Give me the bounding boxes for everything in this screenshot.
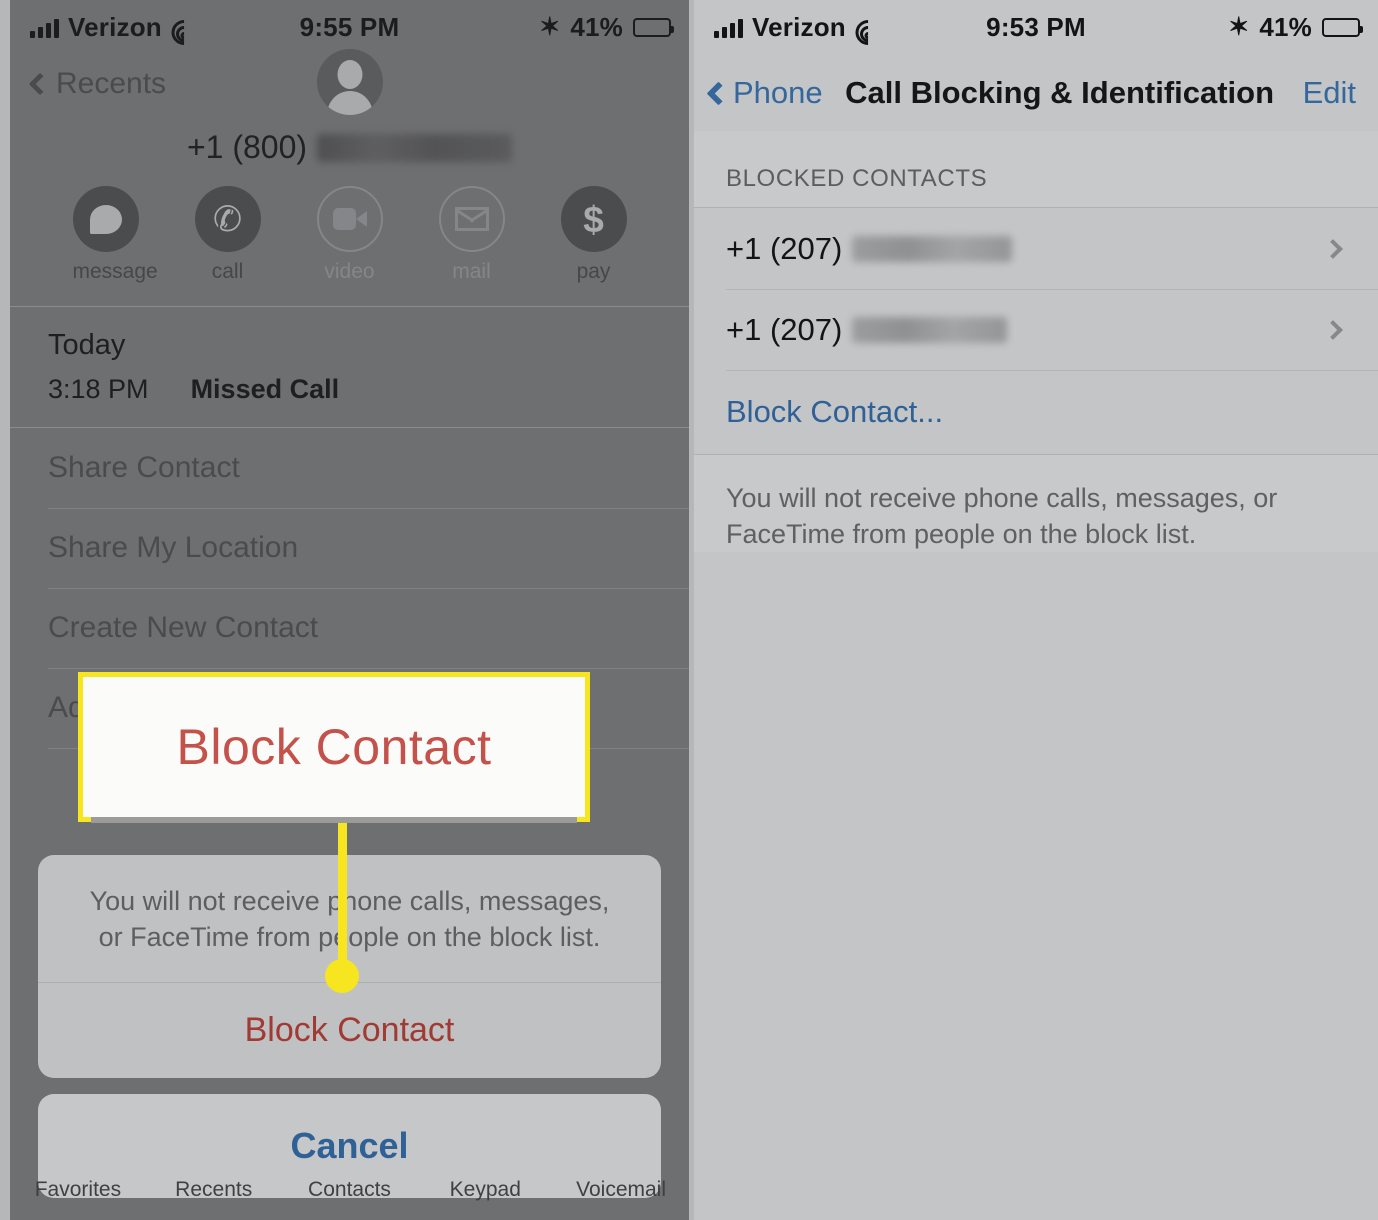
dollar-sign-icon: $ <box>560 186 627 252</box>
phone-handset-icon: ✆ <box>194 186 261 252</box>
action-label: call <box>211 260 244 283</box>
section-header-blocked-contacts: BLOCKED CONTACTS <box>694 131 1378 207</box>
blocked-number-prefix: +1 (207) <box>726 230 843 266</box>
battery-icon <box>1322 18 1363 37</box>
callout-shadow <box>91 817 577 823</box>
redacted-number <box>852 235 1013 262</box>
menu-item-share-contact[interactable]: Share Contact <box>10 428 689 508</box>
contact-action-row: message ✆ call video mail $ pay <box>10 186 689 284</box>
action-pay-button[interactable]: $ pay <box>560 186 627 284</box>
tab-voicemail[interactable]: Voicemail <box>553 1178 689 1202</box>
battery-icon <box>633 18 674 37</box>
status-right-group: ✶ 41% <box>1228 12 1363 43</box>
left-nav-bar: Recents <box>10 49 689 127</box>
action-video-button: video <box>316 186 383 284</box>
call-history-row: 3:18 PM Missed Call <box>10 362 689 427</box>
history-day-label: Today <box>48 329 126 361</box>
right-phone-screen: Verizon 9:53 PM ✶ 41% Phone Call Blockin… <box>694 0 1378 1220</box>
right-status-bar: Verizon 9:53 PM ✶ 41% <box>694 0 1378 55</box>
back-to-recents-button[interactable]: Recents <box>28 67 167 101</box>
menu-item-label: Share Contact <box>48 451 240 484</box>
action-label: mail <box>452 260 491 283</box>
tab-keypad[interactable]: Keypad <box>417 1178 553 1202</box>
phone-number-prefix: +1 (800) <box>186 129 308 165</box>
contact-phone-number: +1 (800) <box>10 129 689 166</box>
tab-recents[interactable]: Recents <box>146 1178 282 1202</box>
message-bubble-icon <box>72 186 139 252</box>
action-message-button[interactable]: message <box>72 186 158 284</box>
battery-percent-label: 41% <box>1259 12 1312 42</box>
envelope-icon <box>438 186 505 252</box>
action-label: pay <box>576 260 611 283</box>
callout-pointer-dot <box>325 959 359 993</box>
status-right-group: ✶ 41% <box>539 12 674 43</box>
contact-avatar-icon <box>316 49 383 115</box>
redacted-number <box>317 133 513 162</box>
menu-item-label: Share My Location <box>48 531 299 564</box>
blocked-contacts-footer-note: You will not receive phone calls, messag… <box>694 454 1378 553</box>
call-time: 3:18 PM <box>48 374 149 404</box>
page-title: Call Blocking & Identification <box>845 75 1275 110</box>
call-history-section: Today 3:18 PM Missed Call <box>10 307 689 427</box>
left-phone-screen: Verizon 9:55 PM ✶ 41% Recents +1 (800) m… <box>10 0 689 1220</box>
screenshot-root: Verizon 9:55 PM ✶ 41% Recents +1 (800) m… <box>0 0 1378 1220</box>
back-button-label: Recents <box>56 67 167 100</box>
blocked-number: +1 (207) <box>726 311 1008 348</box>
callout-label: Block Contact <box>176 719 492 775</box>
blocked-contacts-list: +1 (207) +1 (207) Block Contact... <box>694 207 1378 454</box>
bluetooth-icon: ✶ <box>1228 13 1250 41</box>
video-camera-icon <box>316 186 383 252</box>
blocked-number: +1 (207) <box>726 230 1013 267</box>
tab-contacts[interactable]: Contacts <box>282 1178 418 1202</box>
menu-item-create-new-contact[interactable]: Create New Contact <box>10 588 689 668</box>
action-label: video <box>324 260 375 283</box>
action-call-button[interactable]: ✆ call <box>194 186 261 284</box>
block-contact-link[interactable]: Block Contact... <box>694 370 1378 454</box>
phone-tab-bar: Favorites Recents Contacts Keypad Voicem… <box>10 1174 689 1220</box>
back-button-label: Phone <box>733 75 823 110</box>
table-row[interactable]: +1 (207) <box>694 208 1378 289</box>
bluetooth-icon: ✶ <box>539 13 561 41</box>
chevron-right-icon <box>1323 238 1343 259</box>
left-status-bar: Verizon 9:55 PM ✶ 41% <box>10 0 689 55</box>
tab-favorites[interactable]: Favorites <box>10 1178 146 1202</box>
chevron-left-icon <box>28 72 52 96</box>
sheet-block-contact-button[interactable]: Block Contact <box>38 983 661 1078</box>
call-type: Missed Call <box>190 374 340 404</box>
action-sheet: You will not receive phone calls, messag… <box>38 855 661 1198</box>
menu-item-label: Create New Contact <box>48 611 319 644</box>
callout-highlight-box: Block Contact <box>78 672 590 823</box>
blocked-number-prefix: +1 (207) <box>726 311 843 347</box>
chevron-left-icon <box>706 80 731 106</box>
redacted-number <box>852 316 1008 343</box>
action-mail-button: mail <box>438 186 505 284</box>
battery-percent-label: 41% <box>570 12 623 42</box>
action-label: message <box>72 260 158 283</box>
chevron-right-icon <box>1323 319 1343 340</box>
back-to-phone-button[interactable]: Phone <box>706 75 823 111</box>
callout-pointer-line <box>338 820 347 972</box>
edit-button[interactable]: Edit <box>1303 75 1356 111</box>
menu-item-share-my-location[interactable]: Share My Location <box>10 508 689 588</box>
settings-nav-bar: Phone Call Blocking & Identification Edi… <box>694 55 1378 131</box>
table-row[interactable]: +1 (207) <box>694 289 1378 370</box>
